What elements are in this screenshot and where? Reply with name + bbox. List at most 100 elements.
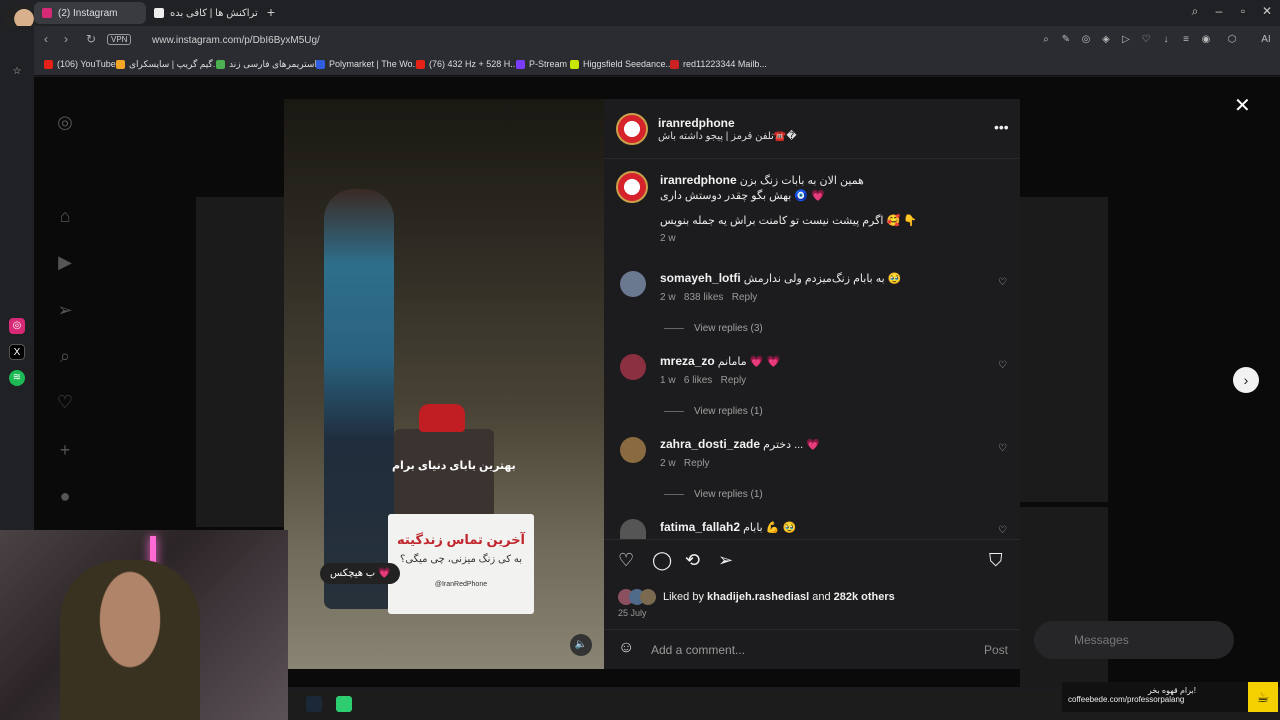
minimize-button[interactable]: – [1208,4,1230,18]
menu-icon[interactable]: ≡ [1180,34,1192,46]
like-icon[interactable]: ♡ [618,550,634,571]
sign-subtitle: به کی زنگ میزنی، چی میگی؟ [400,554,522,565]
site-icon [570,59,579,69]
bookmark-item[interactable]: استریمرهای فارسی زند... [216,59,324,70]
coffeebede-icon [154,8,164,18]
like-comment-icon[interactable]: ♡ [998,277,1007,288]
search-tabs-icon[interactable]: ⌕ [1184,4,1206,19]
notifications-heart-icon[interactable]: ♡ [54,391,76,413]
create-icon[interactable]: + [54,439,76,461]
author-avatar[interactable] [616,171,648,203]
like-comment-icon[interactable]: ♡ [998,525,1007,536]
emoji-icon[interactable]: ☺ [618,639,634,657]
tab-transactions[interactable]: تراکنش ها | کافی بده [146,2,258,24]
liked-by-user[interactable]: khadijeh.rashediasl [707,591,809,603]
comment-text: دخترم ... 💗 [763,439,820,451]
caption-author[interactable]: iranredphone [660,173,737,187]
bookmark-item[interactable]: P-Stream [516,59,567,69]
close-icon[interactable]: ✕ [1234,93,1251,118]
star-icon[interactable]: ☆ [9,64,25,80]
profile-avatar-icon[interactable]: ● [54,485,76,507]
heart-icon[interactable]: ♡ [1140,34,1152,46]
home-icon[interactable]: ⌂ [54,205,76,227]
messages-icon[interactable]: ➢ [54,299,76,321]
view-replies-button[interactable]: View replies (3) [664,323,763,334]
comment-likes[interactable]: 838 likes [684,292,723,303]
commenter-avatar[interactable] [620,437,646,463]
bookmark-item[interactable]: (106) YouTube [44,59,116,69]
comment-user[interactable]: somayeh_lotfi [660,271,741,285]
comment-icon[interactable]: ◯ [652,550,672,571]
instagram-icon[interactable]: ◎ [9,318,25,334]
reels-icon[interactable]: ▶ [54,251,76,273]
caption-line: اگرم پیشت نیست تو کامنت براش یه جمله بنو… [660,215,917,227]
play-icon[interactable]: ▷ [1120,34,1132,46]
forward-icon[interactable]: › [64,32,68,46]
coffee-donation-banner: برام قهوه بخر! coffeebede.com/professorp… [1062,682,1278,712]
app-icon[interactable] [336,696,352,712]
like-comment-icon[interactable]: ♡ [998,443,1007,454]
comment-likes[interactable]: 6 likes [684,375,712,386]
commenter-avatar[interactable] [620,354,646,380]
more-options-icon[interactable]: ••• [994,119,1009,135]
view-replies-button[interactable]: View replies (1) [664,406,763,417]
steam-icon[interactable] [306,696,322,712]
author-username[interactable]: iranredphone [658,114,735,132]
likes-count[interactable]: 282k others [834,591,895,603]
bookmark-item[interactable]: Higgsfield Seedance... [570,59,673,69]
reply-button[interactable]: Reply [721,375,747,386]
author-bio: تلفن قرمز | پیجو داشته باش☎️� [658,131,797,142]
bookmark-item[interactable]: red11223344 Mailb... [670,59,767,69]
post-actions: ♡ ◯ ⟲ ➢ ⛉ Liked by khadijeh.rashediasl a… [604,539,1020,629]
bookmark-label: (106) YouTube [57,59,116,69]
shield-icon[interactable]: ◈ [1100,34,1112,46]
save-bookmark-icon[interactable]: ⛉ [989,550,1003,571]
share-icon[interactable]: ➢ [718,550,733,571]
repost-icon[interactable]: ⟲ [685,550,700,571]
x-icon[interactable]: X [9,344,25,360]
bookmark-item[interactable]: Polymarket | The Wo... [316,59,420,69]
commenter-avatar[interactable] [620,271,646,297]
comment: fatima_fallah2 بابام 💪 🥹 [660,520,796,534]
post-image[interactable]: بهترین بابای دنیای برام آخرین تماس زندگی… [284,99,604,669]
bookmark-item[interactable]: گیم گریپ | سایسکرای... [116,59,220,70]
search-icon[interactable]: ⌕ [54,345,76,367]
caption-line: همین الان به بابات زنگ بزن [739,175,864,187]
tab-instagram[interactable]: (2) Instagram [34,2,146,24]
like-comment-icon[interactable]: ♡ [998,360,1007,371]
bookmark-item[interactable]: (76) 432 Hz + 528 H... [416,59,518,69]
zoom-icon[interactable]: ⌕ [1040,34,1052,46]
view-replies-button[interactable]: View replies (1) [664,489,763,500]
maximize-button[interactable]: ▫ [1232,4,1254,18]
comment-user[interactable]: fatima_fallah2 [660,520,740,534]
comment-input[interactable]: Add a comment... [651,643,745,657]
tab-label: تراکنش ها | کافی بده [170,7,258,19]
comment-user[interactable]: zahra_dosti_zade [660,437,760,451]
post-button[interactable]: Post [984,643,1008,657]
new-tab-button[interactable]: + [264,5,278,19]
comment-text: به بابام زنگ‌میزدم ولی ندارمش 🥹 [743,273,902,285]
reload-icon[interactable]: ↻ [86,32,96,46]
reply-button[interactable]: Reply [684,458,710,469]
mail-icon [670,59,679,69]
vpn-badge[interactable]: VPN [107,34,132,45]
profile-icon[interactable]: ◉ [1200,34,1212,46]
camera-icon[interactable]: ◎ [1080,34,1092,46]
ai-button[interactable]: AI [1256,34,1276,46]
instagram-logo-icon[interactable]: ◎ [54,111,76,133]
spotify-icon[interactable]: ≋ [9,370,25,386]
url-field[interactable]: www.instagram.com/p/DbI6ByxM5Ug/ [152,35,320,46]
download-icon[interactable]: ↓ [1160,34,1172,46]
comment-user[interactable]: mreza_zo [660,354,715,368]
commenter-avatar[interactable] [620,519,646,539]
back-icon[interactable]: ‹ [44,32,48,46]
site-icon [516,59,525,69]
author-avatar[interactable] [616,113,648,145]
mute-icon[interactable]: 🔈 [570,634,592,656]
next-post-button[interactable]: › [1233,367,1259,393]
edit-icon[interactable]: ✎ [1060,34,1072,46]
reply-button[interactable]: Reply [732,292,758,303]
extension-icon[interactable]: ⬡ [1226,34,1238,46]
close-window-button[interactable]: ✕ [1256,4,1278,18]
messages-button[interactable]: Messages [1034,621,1234,659]
